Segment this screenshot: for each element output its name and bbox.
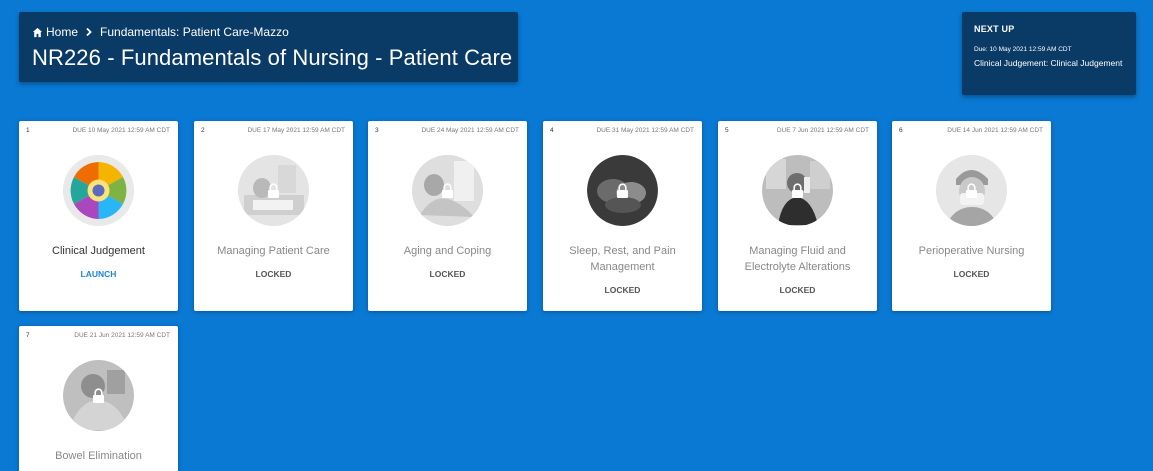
module-title: Clinical Judgement <box>52 245 145 257</box>
breadcrumb-home-link[interactable]: Home <box>46 25 78 39</box>
patient-bed-photo <box>238 155 309 226</box>
locked-status: LOCKED <box>429 269 466 279</box>
module-number: 2 <box>201 127 205 134</box>
breadcrumb-current[interactable]: Fundamentals: Patient Care-Mazzo <box>100 25 289 39</box>
module-card-clinical-judgement[interactable]: 1 DUE 10 May 2021 12:59 AM CDT Clinical … <box>19 121 178 311</box>
home-icon[interactable] <box>32 27 43 38</box>
module-due-date: DUE 7 Jun 2021 12:59 AM CDT <box>776 127 869 134</box>
module-number: 4 <box>550 127 554 134</box>
module-title: Managing Fluid and Electrolyte Alteratio… <box>744 245 851 273</box>
chevron-right-icon <box>86 27 92 37</box>
locked-status: LOCKED <box>953 269 990 279</box>
module-title: Aging and Coping <box>403 245 492 257</box>
breadcrumb: Home Fundamentals: Patient Care-Mazzo <box>32 25 289 39</box>
elderly-patient-photo <box>412 155 483 226</box>
page-title: NR226 - Fundamentals of Nursing - Patien… <box>32 45 513 70</box>
module-title: Perioperative Nursing <box>918 245 1025 257</box>
locked-status: LOCKED <box>255 269 292 279</box>
launch-button[interactable]: LAUNCH <box>19 269 178 279</box>
module-card-sleep-rest-pain[interactable]: 4 DUE 31 May 2021 12:59 AM CDT Sleep, Re… <box>543 121 702 311</box>
hands-photo <box>587 155 658 226</box>
module-due-date: DUE 31 May 2021 12:59 AM CDT <box>596 127 694 134</box>
module-title: Bowel Elimination <box>55 450 142 462</box>
module-due-date: DUE 21 Jun 2021 12:59 AM CDT <box>74 332 170 339</box>
locked-status: LOCKED <box>779 285 816 295</box>
module-title: Sleep, Rest, and Pain Management <box>569 245 676 273</box>
next-up-label: NEXT UP <box>974 24 1015 34</box>
surgeon-photo <box>936 155 1007 226</box>
person-drinking-photo <box>762 155 833 226</box>
module-card-aging-and-coping[interactable]: 3 DUE 24 May 2021 12:59 AM CDT Aging and… <box>368 121 527 311</box>
module-number: 6 <box>899 127 903 134</box>
module-due-date: DUE 24 May 2021 12:59 AM CDT <box>421 127 519 134</box>
module-number: 3 <box>375 127 379 134</box>
module-card-fluid-electrolyte[interactable]: 5 DUE 7 Jun 2021 12:59 AM CDT Managing F… <box>718 121 877 311</box>
next-up-module-link[interactable]: Clinical Judgement: Clinical Judgement <box>974 57 1124 69</box>
module-card-bowel-elimination[interactable]: 7 DUE 21 Jun 2021 12:59 AM CDT Bowel Eli… <box>19 326 178 471</box>
module-due-date: DUE 14 Jun 2021 12:59 AM CDT <box>947 127 1043 134</box>
course-header: Home Fundamentals: Patient Care-Mazzo NR… <box>19 12 518 82</box>
clinical-judgement-wheel-icon <box>63 155 134 226</box>
module-number: 1 <box>26 127 30 134</box>
module-due-date: DUE 17 May 2021 12:59 AM CDT <box>247 127 345 134</box>
patient-photo <box>63 360 134 431</box>
module-number: 7 <box>26 332 30 339</box>
module-number: 5 <box>725 127 729 134</box>
locked-status: LOCKED <box>604 285 641 295</box>
next-up-panel[interactable]: NEXT UP Due: 10 May 2021 12:59 AM CDT Cl… <box>962 12 1136 95</box>
module-card-perioperative[interactable]: 6 DUE 14 Jun 2021 12:59 AM CDT Periopera… <box>892 121 1051 311</box>
module-title: Managing Patient Care <box>217 245 330 257</box>
next-up-due: Due: 10 May 2021 12:59 AM CDT <box>974 46 1072 53</box>
module-card-managing-patient-care[interactable]: 2 DUE 17 May 2021 12:59 AM CDT Managing … <box>194 121 353 311</box>
module-due-date: DUE 10 May 2021 12:59 AM CDT <box>72 127 170 134</box>
